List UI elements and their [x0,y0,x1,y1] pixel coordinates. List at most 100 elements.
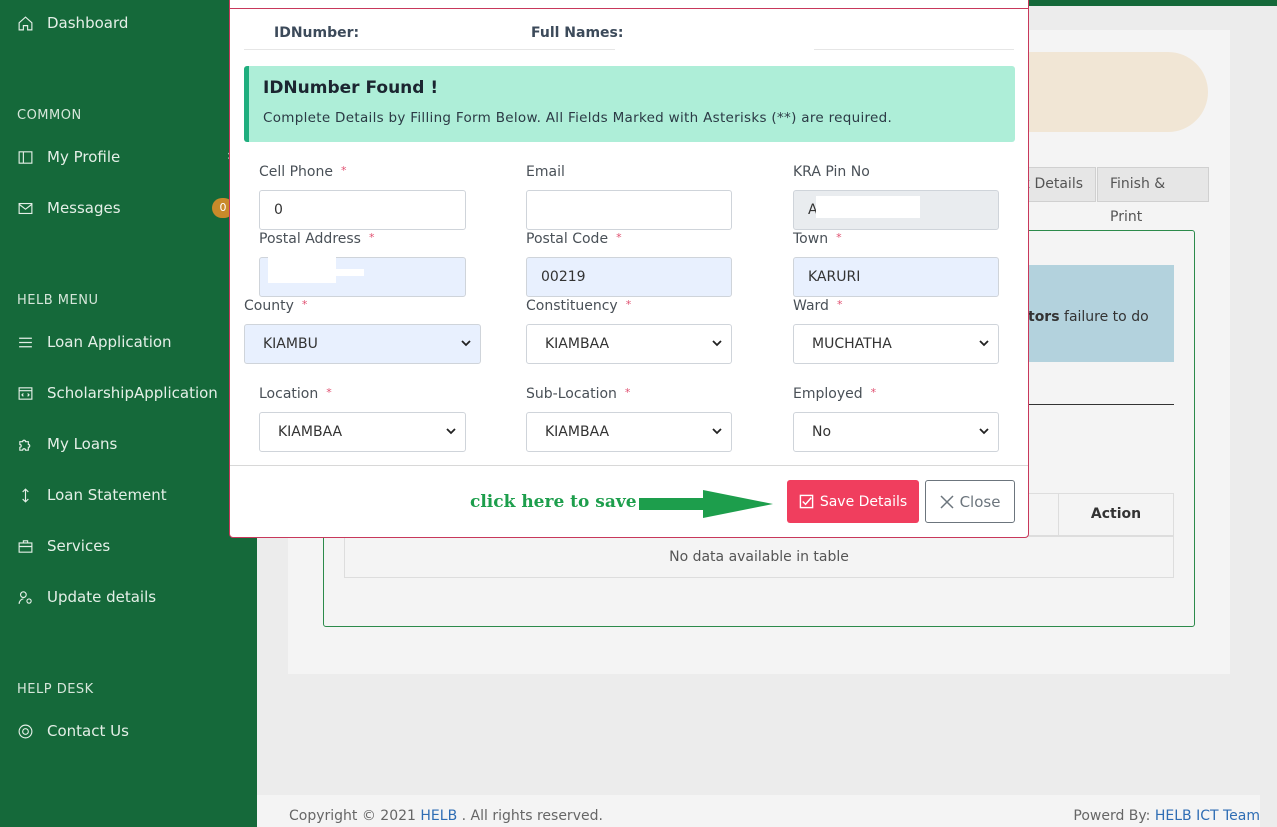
required-marker: * [624,386,631,399]
county-select[interactable]: KIAMBU [244,324,481,364]
chevron-down-icon [712,340,722,347]
label-text: Town [793,231,829,247]
tab-finish-print[interactable]: Finish & Print [1097,167,1209,225]
table-header-cell [1028,493,1058,536]
label-text: Employed [793,386,863,402]
sidebar-item-contact-us[interactable]: Contact Us [16,722,129,740]
sidebar-item-services[interactable]: Services [16,537,110,555]
chevron-down-icon [979,428,989,435]
sub-location-select[interactable]: KIAMBAA [526,412,732,452]
select-value: MUCHATHA [812,336,892,352]
divider [814,49,1014,50]
label-text: Ward [793,298,829,314]
employed-select[interactable]: No [793,412,999,452]
puzzle-icon [16,435,34,453]
mail-icon [16,199,34,217]
sidebar-item-label: Dashboard [47,14,129,32]
sidebar-item-my-profile[interactable]: My Profile [16,148,120,166]
sidebar-item-label: Update details [47,588,157,606]
full-names-label: Full Names: [531,25,624,41]
sidebar-item-scholarship-application[interactable]: ScholarshipApplication [16,384,218,402]
copyright-text: Copyright © 2021 [289,808,421,824]
info-text: failure to do [1059,309,1149,325]
table-empty-row: No data available in table [344,536,1174,578]
table-header-action: Action [1058,493,1174,536]
sidebar-item-label: Loan Application [47,333,172,351]
email-label: Email [526,164,565,180]
postal-address-label: Postal Address * [259,231,374,247]
menu-lines-icon [16,333,34,351]
sidebar-item-label: Contact Us [47,722,129,740]
select-value: No [812,424,832,440]
sidebar-item-dashboard[interactable]: Dashboard [16,14,128,32]
sidebar-item-label: My Profile [47,148,121,166]
home-icon [16,14,34,32]
close-button-label: Close [959,492,1001,511]
town-input[interactable]: KARURI [793,257,999,297]
sub-location-label: Sub-Location * [526,386,630,402]
sidebar-item-label: ScholarshipApplication [47,384,218,402]
ward-label: Ward * [793,298,842,314]
cell-phone-label: Cell Phone * [259,164,347,180]
sidebar-item-my-loans[interactable]: My Loans [16,435,117,453]
briefcase-icon [16,537,34,555]
required-marker: * [625,298,632,311]
required-marker: * [616,231,622,244]
ward-select[interactable]: MUCHATHA [793,324,999,364]
modal-footer-divider [230,465,1028,466]
sidebar-item-label: Messages [47,199,121,217]
constituency-select[interactable]: KIAMBAA [526,324,732,364]
close-button[interactable]: Close [925,480,1015,523]
copyright-suffix: . All rights reserved. [457,808,603,824]
arrows-vertical-icon [16,486,34,504]
lifebuoy-icon [16,722,34,740]
sidebar: Dashboard COMMON My Profile › Messages 0… [0,0,257,827]
location-label: Location * [259,386,332,402]
save-details-button[interactable]: Save Details [787,480,919,523]
label-text: Cell Phone [259,164,333,180]
arrow-right-icon [639,490,773,518]
divider [244,49,615,50]
select-value: KIAMBU [263,336,318,352]
chevron-down-icon [461,340,471,347]
sidebar-heading-help-desk: HELP DESK [17,682,94,697]
chevron-down-icon [979,340,989,347]
save-button-label: Save Details [819,493,908,510]
sidebar-item-loan-statement[interactable]: Loan Statement [16,486,167,504]
email-input[interactable] [526,190,732,230]
county-label: County * [244,298,307,314]
required-marker: * [870,386,877,399]
employed-label: Employed * [793,386,876,402]
checkbox-icon [799,494,814,509]
cell-phone-input[interactable]: 0 [259,190,466,230]
helb-ict-team-link[interactable]: HELB ICT Team [1155,808,1260,824]
chevron-down-icon [446,428,456,435]
required-marker: * [341,164,347,177]
select-value: KIAMBAA [278,424,343,440]
constituency-label: Constituency * [526,298,631,314]
label-text: Sub-Location [526,386,617,402]
sidebar-item-update-details[interactable]: Update details [16,588,156,606]
label-text: Constituency [526,298,618,314]
chevron-down-icon [712,428,722,435]
helb-link[interactable]: HELB [420,808,457,824]
sidebar-item-messages[interactable]: Messages [16,199,121,217]
location-select[interactable]: KIAMBAA [259,412,466,452]
label-text: County [244,298,294,314]
footer: Copyright © 2021 HELB . All rights reser… [257,795,1260,827]
redaction-mask [816,196,920,218]
sidebar-item-loan-application[interactable]: Loan Application [16,333,172,351]
postal-code-label: Postal Code * [526,231,622,247]
postal-code-input[interactable]: 00219 [526,257,732,297]
sidebar-item-label: Services [47,537,111,555]
powered-by-text: Powerd By: [1073,808,1155,824]
sidebar-item-label: My Loans [47,435,118,453]
label-text: Postal Address [259,231,361,247]
sidebar-heading-common: COMMON [17,108,82,123]
id-number-label: IDNumber: [274,25,360,41]
info-box: tors failure to do [1028,265,1174,362]
modal-top-border [230,8,1028,9]
label-text: Location [259,386,319,402]
save-hint-annotation: click here to save [470,492,637,512]
info-bold-text: tors [1028,309,1060,325]
